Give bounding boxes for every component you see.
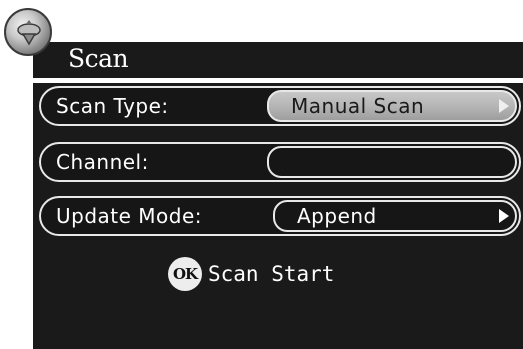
dish-antenna-icon — [4, 8, 52, 56]
ok-button-icon[interactable]: OK — [168, 257, 202, 291]
channel-label: Channel: — [56, 150, 149, 174]
channel-row[interactable]: Channel: — [39, 142, 521, 182]
scan-start-label: Scan Start — [208, 262, 335, 286]
update-mode-row[interactable]: Update Mode: Append — [39, 196, 521, 236]
menu-title: Scan — [68, 44, 129, 73]
update-mode-value: Append — [297, 204, 377, 228]
scan-type-label: Scan Type: — [56, 94, 169, 118]
scan-type-value: Manual Scan — [291, 94, 425, 118]
scan-menu-screen: Scan Scan Type: Manual Scan Channel: Upd… — [0, 0, 523, 349]
arrow-right-icon[interactable] — [499, 99, 509, 113]
arrow-right-icon[interactable] — [499, 209, 509, 223]
scan-type-row[interactable]: Scan Type: Manual Scan — [39, 86, 521, 126]
update-mode-selector[interactable]: Append — [273, 200, 517, 232]
update-mode-label: Update Mode: — [56, 204, 203, 228]
channel-field[interactable] — [267, 146, 517, 178]
scan-type-selector[interactable]: Manual Scan — [267, 90, 517, 122]
title-divider — [33, 78, 523, 83]
